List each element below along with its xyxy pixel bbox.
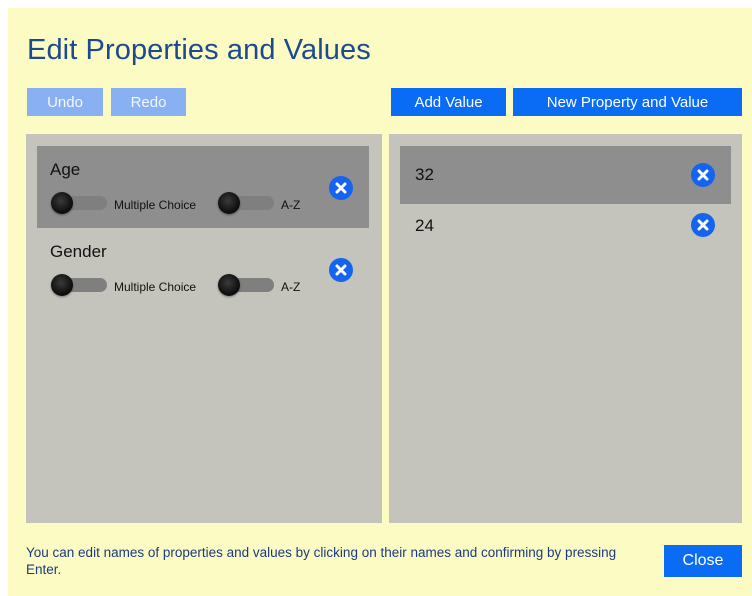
value-text[interactable]: 24 [415,216,434,236]
help-note: You can edit names of properties and val… [26,545,617,577]
multiple-choice-toggle[interactable] [51,192,107,214]
toggle-knob [51,192,73,214]
add-value-button[interactable]: Add Value [391,88,506,116]
property-row-age[interactable]: Age Multiple Choice A-Z [37,146,369,228]
toggle-knob [51,274,73,296]
toggle-knob [218,274,240,296]
new-property-and-value-button[interactable]: New Property and Value [513,88,742,116]
multiple-choice-label: Multiple Choice [114,280,197,294]
multiple-choice-toggle[interactable] [51,274,107,296]
sort-az-toggle[interactable] [218,192,274,214]
redo-button[interactable]: Redo [111,88,186,116]
multiple-choice-label: Multiple Choice [114,198,197,212]
value-text[interactable]: 32 [415,165,434,185]
sort-az-label: A-Z [281,198,301,212]
dialog-title: Edit Properties and Values [27,34,371,66]
remove-value-icon[interactable] [691,213,715,237]
property-row-gender[interactable]: Gender Multiple Choice A-Z [37,228,369,310]
property-name[interactable]: Age [50,160,80,180]
values-panel: 32 24 [389,134,742,523]
undo-button[interactable]: Undo [27,88,103,116]
close-button[interactable]: Close [664,545,742,577]
properties-panel: Age Multiple Choice A-Z Gender Multiple … [26,134,382,523]
toggle-knob [218,192,240,214]
sort-az-toggle[interactable] [218,274,274,296]
property-name[interactable]: Gender [50,242,107,262]
value-row-24[interactable]: 24 [400,196,731,254]
sort-az-label: A-Z [281,280,301,294]
edit-properties-dialog: Edit Properties and Values Undo Redo Add… [8,8,752,596]
remove-value-icon[interactable] [691,163,715,187]
remove-property-icon[interactable] [329,176,353,200]
remove-property-icon[interactable] [329,258,353,282]
